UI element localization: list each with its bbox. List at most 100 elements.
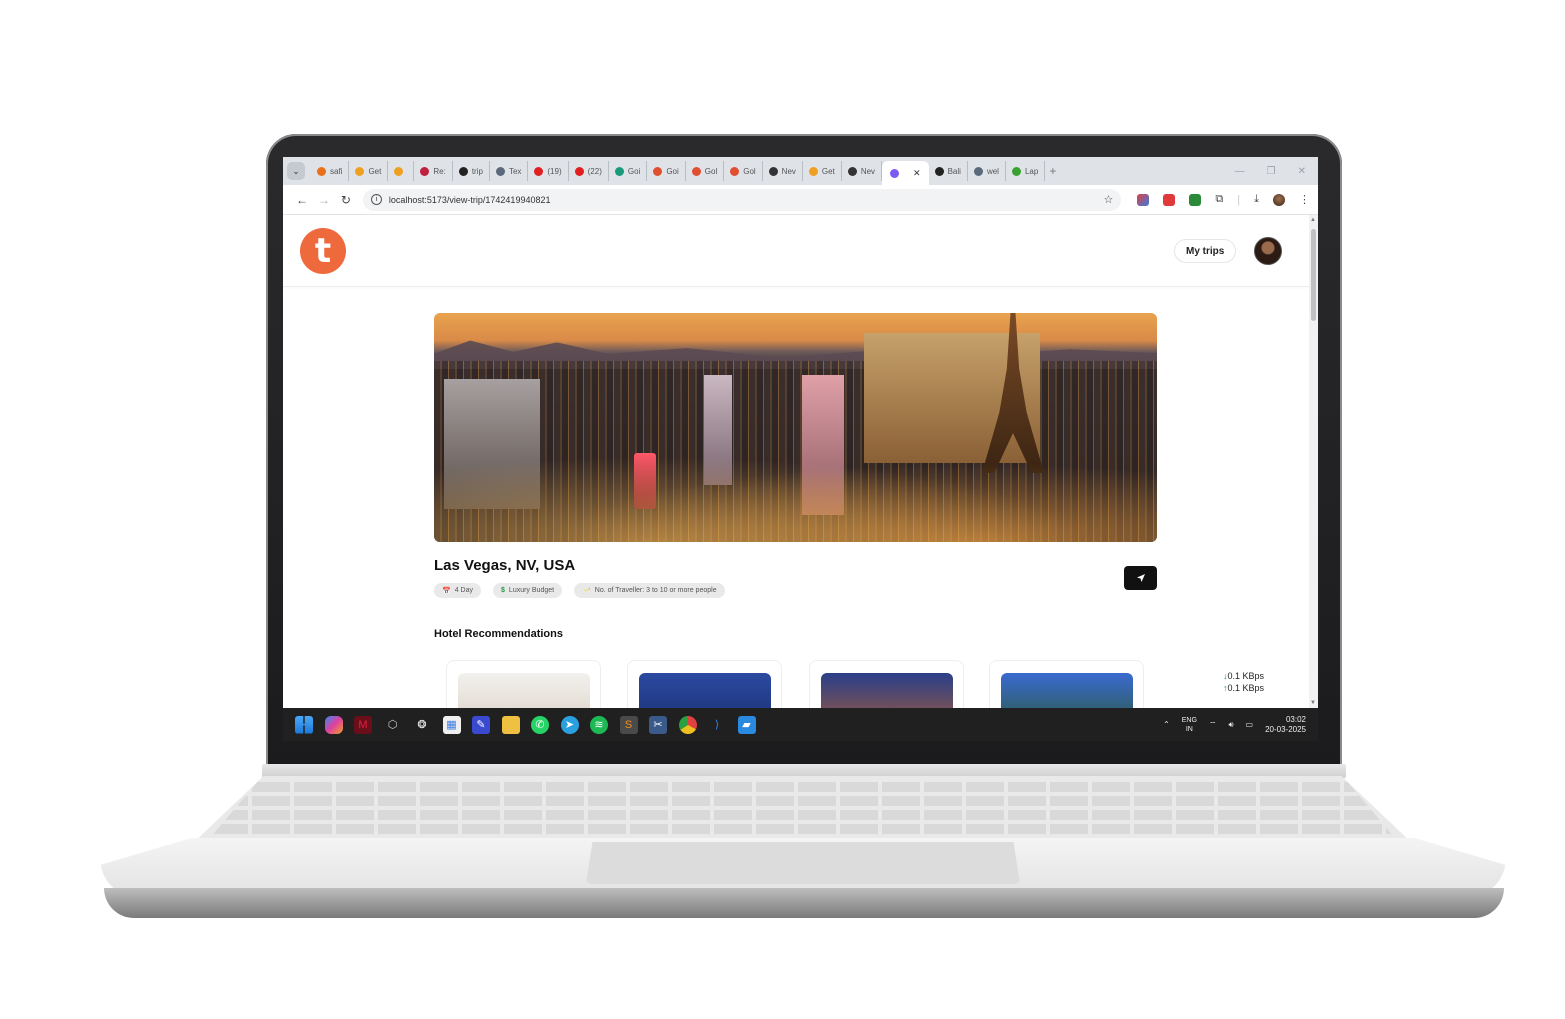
divider: | <box>1237 193 1241 206</box>
chrome-icon[interactable] <box>678 715 697 734</box>
browser-tab[interactable]: safi <box>311 161 350 181</box>
keyboard <box>210 782 1395 838</box>
tab-label: safi <box>330 166 343 176</box>
browser-tab[interactable]: Tex <box>490 161 529 181</box>
language-indicator[interactable]: ENG IN <box>1182 716 1197 734</box>
date: 20-03-2025 <box>1265 724 1306 734</box>
tab-label: Bali <box>947 166 961 176</box>
hotel-card[interactable] <box>627 660 782 708</box>
browser-tab[interactable]: Re: <box>414 161 453 181</box>
hotel-card[interactable] <box>809 660 964 708</box>
browser-tab[interactable]: Bali <box>929 161 968 181</box>
extension-icon[interactable] <box>1163 193 1176 206</box>
destination-hero-image <box>434 313 1157 542</box>
extension-icon[interactable] <box>1189 193 1202 206</box>
back-icon[interactable]: ← <box>291 193 313 207</box>
browser-tab[interactable] <box>388 161 415 181</box>
clock[interactable]: 03:02 20-03-2025 <box>1265 715 1306 735</box>
battery-icon[interactable]: ▭ <box>1246 720 1254 729</box>
chip-label: Luxury Budget <box>508 587 555 594</box>
browser-tab[interactable]: Goi <box>647 161 686 181</box>
tab-label: trip <box>471 166 483 176</box>
system-tray: ⌃ ENG IN ⌔ 🔊︎ ▭ 03:02 20-03-2025 <box>1163 715 1318 735</box>
copilot-icon[interactable] <box>324 715 343 734</box>
hotel-card[interactable] <box>446 660 601 708</box>
trip-info-chips: 📅 4 Day $ Luxury Budget 🥂 No. of Travell… <box>434 583 725 598</box>
tab-label: Nev <box>781 166 796 176</box>
spotify-icon[interactable]: ≋ <box>590 715 608 734</box>
scroll-down-icon[interactable]: ▼ <box>1310 700 1316 706</box>
tab-favicon-icon <box>691 166 701 176</box>
share-button[interactable] <box>1124 566 1157 590</box>
telegram-icon[interactable]: ➤ <box>560 715 579 734</box>
paint-icon[interactable]: ▰ <box>737 715 756 734</box>
address-bar[interactable]: i localhost:5173/view-trip/1742419940821… <box>362 188 1122 211</box>
download-icon[interactable]: ⤓ <box>1254 193 1259 206</box>
maximize-icon[interactable]: ❐ <box>1267 166 1276 177</box>
tab-label: Get <box>368 166 382 176</box>
bookmark-star-icon[interactable]: ☆ <box>1104 193 1114 206</box>
tab-favicon-icon <box>768 166 778 176</box>
reload-icon[interactable]: ↻ <box>335 193 357 207</box>
mcafee-icon[interactable]: M <box>354 715 372 734</box>
start-icon[interactable] <box>295 715 313 734</box>
site-info-icon[interactable]: i <box>370 194 382 205</box>
browser-tab[interactable]: (19) <box>528 161 569 181</box>
hotel-image <box>639 673 771 708</box>
url-text: localhost:5173/view-trip/1742419940821 <box>388 194 551 205</box>
tab-label: (22) <box>587 166 602 176</box>
user-avatar[interactable] <box>1254 237 1282 265</box>
browser-tab[interactable]: trip <box>453 161 490 181</box>
browser-tab[interactable]: Goi <box>609 161 648 181</box>
browser-tab[interactable]: Lap <box>1006 161 1046 181</box>
store-icon[interactable]: ▦ <box>442 715 461 734</box>
minimize-icon[interactable]: — <box>1235 166 1245 177</box>
browser-tab[interactable]: wel <box>968 161 1006 181</box>
browser-tab[interactable]: Get <box>349 161 389 181</box>
puzzle-icon[interactable]: ⧉ <box>1215 193 1223 206</box>
browser-tab[interactable]: Nev <box>763 161 803 181</box>
window-controls: — ❐ ✕ <box>1235 166 1318 177</box>
tab-favicon-icon <box>653 166 663 176</box>
new-tab-icon[interactable]: + <box>1049 164 1056 178</box>
browser-tab[interactable]: Get <box>803 161 842 181</box>
upload-speed: 0.1 KBps <box>1227 683 1265 693</box>
browser-tab-bar: ⌄ safi Get Re: trip Tex (19) (22) Goi Goi Gol Gol N… <box>283 157 1318 185</box>
settings-hex-icon[interactable]: ⬡ <box>384 716 402 734</box>
tab-label: Nev <box>860 166 876 176</box>
tab-favicon-icon <box>317 166 326 176</box>
hotel-image <box>821 673 953 708</box>
file-explorer-icon[interactable] <box>501 715 520 734</box>
close-tab-icon[interactable]: ✕ <box>913 168 921 179</box>
chip-label: 4 Day <box>454 587 474 594</box>
page-scrollbar[interactable]: ▲ ▼ <box>1309 215 1318 708</box>
browser-tab[interactable]: Nev <box>842 161 883 181</box>
tab-favicon-icon <box>394 166 404 176</box>
sublime-icon[interactable]: S <box>619 715 638 734</box>
tab-search-button[interactable]: ⌄ <box>287 162 305 180</box>
snipping-icon[interactable]: ✂ <box>649 715 667 734</box>
browser-tab[interactable]: (22) <box>569 161 609 181</box>
browser-tab-active[interactable]: ✕ <box>882 161 929 185</box>
close-window-icon[interactable]: ✕ <box>1298 166 1306 177</box>
scroll-up-icon[interactable]: ▲ <box>1310 217 1316 223</box>
wifi-icon[interactable]: ⌔ <box>1209 720 1217 730</box>
my-trips-button[interactable]: My trips <box>1174 239 1237 263</box>
chevron-up-icon[interactable]: ⌃ <box>1163 720 1170 729</box>
browser-tab[interactable]: Gol <box>724 161 763 181</box>
scrollbar-thumb[interactable] <box>1311 229 1316 321</box>
time: 03:02 <box>1285 714 1306 724</box>
menu-kebab-icon[interactable]: ⋮ <box>1299 193 1310 206</box>
vscode-icon[interactable]: ⟩ <box>708 716 726 734</box>
extension-icon[interactable] <box>1137 193 1150 206</box>
whatsapp-icon[interactable]: ✆ <box>531 715 549 734</box>
forward-icon[interactable]: → <box>313 193 335 207</box>
volume-icon[interactable]: 🔊︎ <box>1228 720 1233 730</box>
logo-letter: t <box>314 231 332 271</box>
hotel-card[interactable] <box>989 660 1144 708</box>
app-icon[interactable]: ✎ <box>472 715 490 734</box>
browser-tab[interactable]: Gol <box>686 161 725 181</box>
logo[interactable]: t <box>300 228 346 274</box>
chatgpt-icon[interactable]: ❂ <box>413 716 431 734</box>
profile-avatar[interactable] <box>1272 193 1285 206</box>
